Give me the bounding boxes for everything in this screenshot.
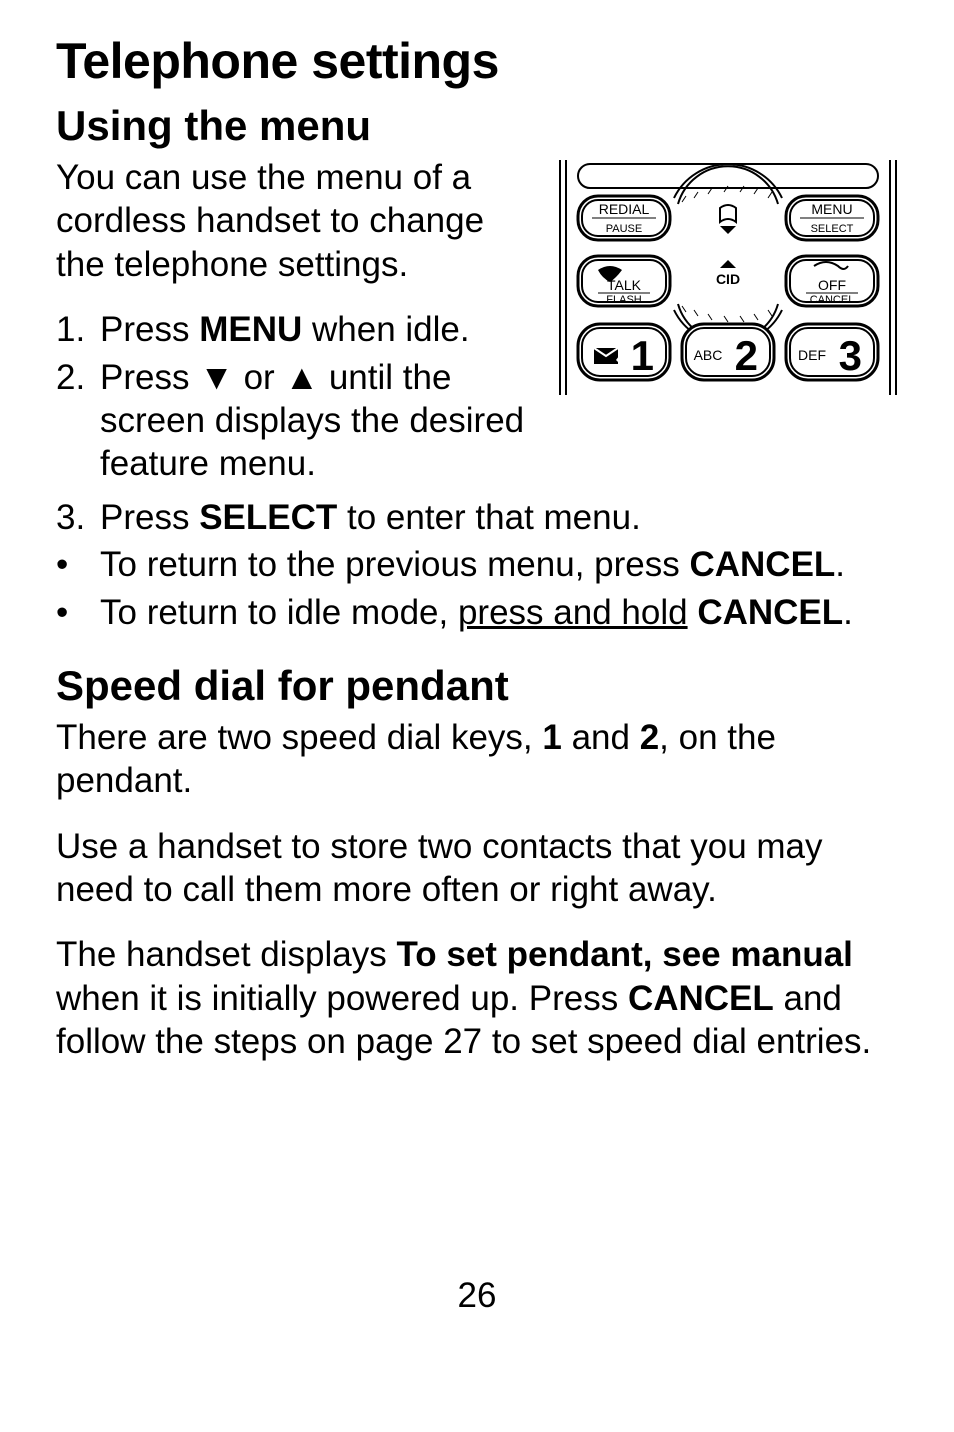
speed-dial-p1: There are two speed dial keys, 1 and 2, … [56, 716, 898, 803]
note-prev-menu: • To return to the previous menu, press … [56, 543, 898, 586]
svg-text:CID: CID [716, 271, 740, 287]
off-cancel-key: OFF CANCEL [786, 256, 878, 306]
svg-text:3: 3 [839, 332, 862, 379]
p1-key2-bold: 2 [640, 718, 659, 757]
key-1: 1 [578, 324, 670, 380]
page-number: 26 [0, 1276, 954, 1316]
svg-text:DEF: DEF [798, 347, 826, 363]
redial-pause-key: REDIAL PAUSE [578, 196, 670, 240]
svg-text:CANCEL: CANCEL [810, 294, 855, 306]
note-2-space [688, 593, 698, 632]
step-1-menu-bold: MENU [199, 310, 302, 349]
talk-flash-key: TALK FLASH [578, 256, 670, 306]
step-3-number: 3. [56, 496, 100, 539]
p1-pre: There are two speed dial keys, [56, 718, 542, 757]
speed-dial-p3: The handset displays To set pendant, see… [56, 933, 898, 1063]
phonebook-up-icon [720, 205, 736, 234]
note-2-underline: press and hold [458, 593, 688, 632]
up-triangle-icon: ▲ [284, 358, 319, 397]
p3-msg-bold: To set pendant, see manual [396, 935, 852, 974]
p1-key1-bold: 1 [542, 718, 561, 757]
svg-text:SELECT: SELECT [811, 223, 854, 235]
step-2-number: 2. [56, 356, 100, 486]
step-1-pre: Press [100, 310, 199, 349]
bullet-dot-icon: • [56, 591, 100, 634]
svg-text:2: 2 [735, 332, 758, 379]
step-1-text: Press MENU when idle. [100, 308, 538, 351]
using-menu-notes: • To return to the previous menu, press … [56, 543, 898, 634]
note-1-pre: To return to the previous menu, press [100, 545, 689, 584]
page-title: Telephone settings [56, 32, 898, 90]
key-2: ABC 2 [682, 324, 774, 380]
section-speed-dial-heading: Speed dial for pendant [56, 662, 898, 710]
note-1-cancel-bold: CANCEL [689, 545, 835, 584]
bullet-dot-icon: • [56, 543, 100, 586]
svg-text:PAUSE: PAUSE [606, 223, 642, 235]
p1-mid: and [562, 718, 640, 757]
step-3-pre: Press [100, 498, 199, 537]
section-using-menu-heading: Using the menu [56, 102, 898, 150]
p3-cancel-bold: CANCEL [628, 979, 774, 1018]
down-triangle-icon: ▼ [199, 358, 234, 397]
p3-mid: when it is initially powered up. Press [56, 979, 628, 1018]
p3-pre: The handset displays [56, 935, 396, 974]
menu-select-key: MENU SELECT [786, 196, 878, 240]
speed-dial-p2: Use a handset to store two contacts that… [56, 825, 898, 912]
step-3-post: to enter that menu. [337, 498, 641, 537]
step-1-post: when idle. [302, 310, 469, 349]
note-2-post: . [843, 593, 853, 632]
svg-text:OFF: OFF [818, 277, 846, 293]
step-3: 3. Press SELECT to enter that menu. [56, 496, 898, 539]
step-3-text: Press SELECT to enter that menu. [100, 496, 898, 539]
voicemail-icon [594, 348, 622, 366]
using-menu-steps-cont: 3. Press SELECT to enter that menu. [56, 496, 898, 539]
step-3-select-bold: SELECT [199, 498, 337, 537]
step-1: 1. Press MENU when idle. [56, 308, 538, 351]
svg-text:1: 1 [631, 332, 654, 379]
note-idle-mode: • To return to idle mode, press and hold… [56, 591, 898, 634]
svg-text:MENU: MENU [811, 201, 852, 217]
cid-down-icon: CID [716, 260, 740, 287]
using-menu-steps: 1. Press MENU when idle. 2. Press ▼ or ▲… [56, 308, 538, 486]
step-2-text: Press ▼ or ▲ until the screen displays t… [100, 356, 538, 486]
svg-text:REDIAL: REDIAL [599, 201, 650, 217]
key-3: DEF 3 [786, 324, 878, 380]
step-2-mid: or [234, 358, 285, 397]
handset-keypad-figure: REDIAL PAUSE MENU SELECT [558, 160, 898, 395]
using-menu-intro: You can use the menu of a cordless hands… [56, 156, 538, 286]
step-2: 2. Press ▼ or ▲ until the screen display… [56, 356, 538, 486]
svg-text:TALK: TALK [607, 277, 642, 293]
note-1-post: . [835, 545, 845, 584]
svg-text:FLASH: FLASH [606, 294, 642, 306]
step-1-number: 1. [56, 308, 100, 351]
note-2-cancel-bold: CANCEL [697, 593, 843, 632]
note-2-pre: To return to idle mode, [100, 593, 458, 632]
step-2-pre: Press [100, 358, 199, 397]
keypad-svg: REDIAL PAUSE MENU SELECT [558, 160, 898, 395]
svg-text:ABC: ABC [694, 347, 723, 363]
